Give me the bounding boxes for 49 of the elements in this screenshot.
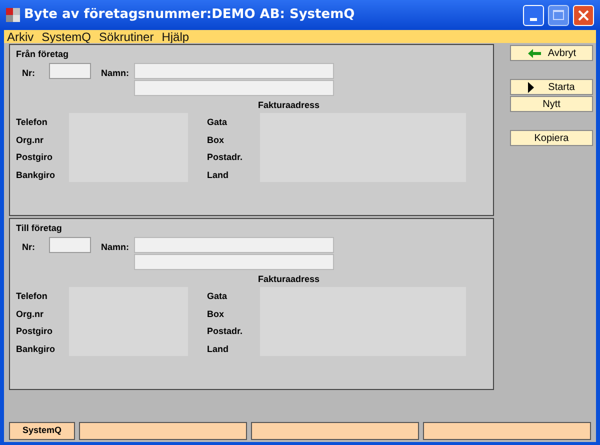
action-button[interactable]: Avbryt xyxy=(510,45,593,61)
number-field[interactable] xyxy=(49,63,91,79)
name-field[interactable] xyxy=(134,80,334,96)
minimize-button[interactable] xyxy=(523,4,544,26)
field-label: Box xyxy=(207,308,226,320)
field-label: Postgiro xyxy=(16,151,54,164)
field-label: Land xyxy=(207,342,230,356)
close-icon xyxy=(578,10,589,20)
maximize-icon xyxy=(553,10,564,20)
field-label: Nr: xyxy=(22,241,36,254)
field-label: Land xyxy=(207,168,230,182)
field-label: Namn: xyxy=(101,67,130,80)
field-label: Box xyxy=(207,134,226,146)
menu-item[interactable]: Sökrutiner xyxy=(99,30,154,42)
field-label: Org.nr xyxy=(16,134,45,147)
section-title: Till företag xyxy=(16,223,63,234)
play-icon xyxy=(528,82,534,92)
field-label: Bankgiro xyxy=(16,342,56,356)
close-button[interactable] xyxy=(573,4,594,26)
field-label: Namn: xyxy=(101,241,130,254)
name-field[interactable] xyxy=(134,63,334,79)
name-field[interactable] xyxy=(134,254,334,270)
menu-item[interactable]: SystemQ xyxy=(42,30,92,42)
action-button[interactable]: Kopiera xyxy=(510,130,593,146)
menu-item[interactable]: Arkiv xyxy=(7,30,34,42)
field-label: Telefon xyxy=(16,290,48,303)
app-icon xyxy=(6,8,20,22)
field-label: Postadr. xyxy=(207,325,244,338)
field-label: Postgiro xyxy=(16,325,54,338)
field-label: Gata xyxy=(207,116,228,129)
field-label: Gata xyxy=(207,290,228,303)
left-arrow-icon xyxy=(526,48,542,58)
field-label: Nr: xyxy=(22,67,36,80)
field-label: Postadr. xyxy=(207,151,244,164)
field-label: Bankgiro xyxy=(16,168,56,182)
address-heading: Fakturaadress xyxy=(258,274,320,285)
field-label: Telefon xyxy=(16,116,48,129)
status-label: SystemQ xyxy=(9,422,75,440)
maximize-button[interactable] xyxy=(548,4,569,26)
minimize-icon xyxy=(530,18,537,20)
action-button[interactable]: Nytt xyxy=(510,96,593,112)
menu-item[interactable]: Hjälp xyxy=(162,30,190,42)
action-button[interactable]: Starta xyxy=(510,79,593,95)
name-field[interactable] xyxy=(134,237,334,253)
field-label: Org.nr xyxy=(16,308,45,321)
address-heading: Fakturaadress xyxy=(258,100,320,111)
number-field[interactable] xyxy=(49,237,91,253)
section-title: Från företag xyxy=(16,49,70,60)
window-title: Byte av företagsnummer:DEMO AB: SystemQ xyxy=(24,6,356,24)
